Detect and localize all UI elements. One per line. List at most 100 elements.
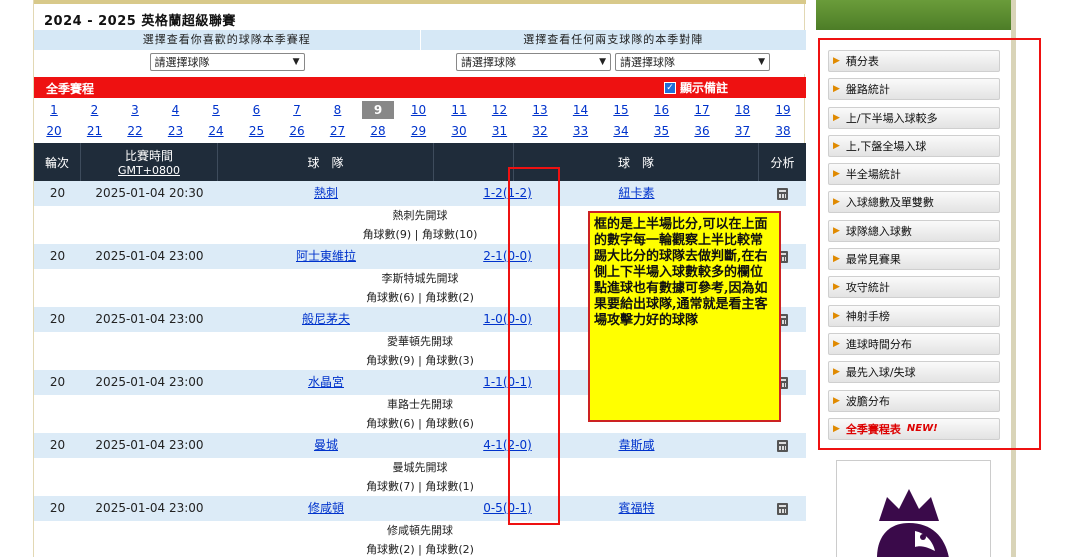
first-half-score-highlight [508, 167, 560, 525]
round-link-21[interactable]: 21 [79, 122, 111, 140]
timezone-link[interactable]: GMT+0800 [118, 164, 180, 177]
menu-item[interactable]: ▶ 進球時間分布 [828, 332, 1000, 355]
arrow-right-icon: ▶ [833, 423, 840, 434]
round-link-23[interactable]: 23 [160, 122, 192, 140]
menu-item[interactable]: ▶ 波膽分布 [828, 389, 1000, 412]
round-link-29[interactable]: 29 [403, 122, 435, 140]
arrow-right-icon: ▶ [833, 225, 840, 236]
arrow-right-icon: ▶ [833, 140, 840, 151]
season-label: 全季賽程 [46, 82, 95, 96]
round-link-24[interactable]: 24 [200, 122, 232, 140]
col-score [434, 143, 514, 181]
checkbox-checked-icon[interactable]: ✓ [664, 81, 676, 94]
col-round: 輪次 [34, 143, 81, 181]
round-link-13[interactable]: 13 [524, 101, 556, 119]
analysis-cell [759, 433, 806, 458]
menu-item[interactable]: ▶ 上,下盤全場入球 [828, 134, 1000, 157]
home-team-link[interactable]: 修咸頓 [218, 496, 434, 521]
calculator-icon[interactable] [777, 187, 788, 200]
round-link-6[interactable]: 6 [241, 101, 273, 119]
selector-header: 選擇查看你喜歡的球隊本季賽程 選擇查看任何兩支球隊的本季對陣 [34, 30, 806, 50]
menu-item[interactable]: ▶ 神射手榜 [828, 304, 1000, 327]
round-link-15[interactable]: 15 [605, 101, 637, 119]
round-link-18[interactable]: 18 [727, 101, 759, 119]
round-link-34[interactable]: 34 [605, 122, 637, 140]
round-link-4[interactable]: 4 [160, 101, 192, 119]
round-link-1[interactable]: 1 [38, 101, 70, 119]
round-link-2[interactable]: 2 [79, 101, 111, 119]
annotation-note: 框的是上半場比分,可以在上面的數字每一輪觀察上半比較常踢大比分的球隊去做判斷,在… [588, 211, 781, 422]
arrow-right-icon: ▶ [833, 197, 840, 208]
round-cell: 20 [49, 249, 66, 263]
round-link-19[interactable]: 19 [767, 101, 799, 119]
chevron-down-icon: ▼ [599, 57, 606, 67]
menu-item-label: 波膽分布 [845, 394, 890, 408]
round-link-14[interactable]: 14 [565, 101, 597, 119]
menu-item[interactable]: ▶ 上/下半場入球較多 [828, 106, 1000, 129]
chevron-down-icon: ▼ [758, 57, 765, 67]
round-link-30[interactable]: 30 [443, 122, 475, 140]
menu-item[interactable]: ▶ 攻守統計 [828, 276, 1000, 299]
round-link-26[interactable]: 26 [281, 122, 313, 140]
round-link-37[interactable]: 37 [727, 122, 759, 140]
round-link-27[interactable]: 27 [322, 122, 354, 140]
round-link-32[interactable]: 32 [524, 122, 556, 140]
round-link-31[interactable]: 31 [484, 122, 516, 140]
time-cell: 2025-01-04 23:00 [95, 438, 204, 452]
menu-item[interactable]: ▶ 全季賽程表 NEW! [828, 417, 1000, 440]
round-link-20[interactable]: 20 [38, 122, 70, 140]
round-cell: 20 [49, 186, 66, 200]
team-select[interactable]: 請選擇球隊 ▼ [149, 53, 305, 71]
round-link-10[interactable]: 10 [403, 101, 435, 119]
round-link-9[interactable]: 9 [362, 101, 394, 119]
round-link-22[interactable]: 22 [119, 122, 151, 140]
time-cell: 2025-01-04 20:30 [95, 186, 204, 200]
col-time: 比賽時間 GMT+0800 [81, 143, 218, 181]
round-link-11[interactable]: 11 [443, 101, 475, 119]
col-analysis: 分析 [770, 155, 795, 170]
menu-item-label: 最先入球/失球 [845, 366, 916, 380]
round-link-25[interactable]: 25 [241, 122, 273, 140]
calculator-icon[interactable] [777, 439, 788, 452]
round-link-36[interactable]: 36 [686, 122, 718, 140]
team-a-select[interactable]: 請選擇球隊 ▼ [456, 53, 611, 71]
menu-item[interactable]: ▶ 入球總數及單雙數 [828, 191, 1000, 214]
analysis-cell [759, 496, 806, 521]
home-team-link[interactable]: 曼城 [218, 433, 434, 458]
menu-item[interactable]: ▶ 盤路統計 [828, 78, 1000, 101]
round-link-16[interactable]: 16 [646, 101, 678, 119]
menu-item[interactable]: ▶ 最常見賽果 [828, 248, 1000, 271]
menu-item[interactable]: ▶ 積分表 [828, 50, 1000, 72]
team-b-select[interactable]: 請選擇球隊 ▼ [615, 53, 770, 71]
home-team-link[interactable]: 般尼茅夫 [218, 307, 434, 332]
round-link-28[interactable]: 28 [362, 122, 394, 140]
menu-item-label: 最常見賽果 [845, 253, 901, 267]
menu-item[interactable]: ▶ 球隊總入球數 [828, 219, 1000, 242]
menu-item-label: 入球總數及單雙數 [845, 196, 934, 210]
home-team-link[interactable]: 阿士東維拉 [218, 244, 434, 269]
round-link-35[interactable]: 35 [646, 122, 678, 140]
menu-item-label: 上/下半場入球較多 [845, 111, 938, 125]
round-link-33[interactable]: 33 [565, 122, 597, 140]
match-row: 20 2025-01-04 23:00 修咸頓 0-5(0-1) 賓福特 [34, 496, 806, 521]
menu-item-label: 進球時間分布 [845, 337, 912, 351]
show-notes-toggle[interactable]: ✓ 顯示備註 [664, 79, 728, 96]
round-link-12[interactable]: 12 [484, 101, 516, 119]
round-cell: 20 [49, 501, 66, 515]
round-link-8[interactable]: 8 [322, 101, 354, 119]
menu-item[interactable]: ▶ 最先入球/失球 [828, 361, 1000, 384]
match-note: 曼城先開球 角球數(7) | 角球數(1) [34, 458, 806, 496]
round-link-3[interactable]: 3 [119, 101, 151, 119]
menu-item-label: 神射手榜 [845, 309, 890, 323]
round-link-5[interactable]: 5 [200, 101, 232, 119]
home-team-link[interactable]: 熱刺 [218, 181, 434, 206]
round-link-38[interactable]: 38 [767, 122, 799, 140]
home-team-link[interactable]: 水晶宮 [218, 370, 434, 395]
calculator-icon[interactable] [777, 502, 788, 515]
menu-item[interactable]: ▶ 半全場統計 [828, 163, 1000, 186]
round-link-7[interactable]: 7 [281, 101, 313, 119]
time-cell: 2025-01-04 23:00 [95, 249, 204, 263]
page-title: 2024 - 2025 英格蘭超級聯賽 [44, 14, 236, 29]
round-link-17[interactable]: 17 [686, 101, 718, 119]
menu-item-label: 上,下盤全場入球 [845, 139, 927, 153]
